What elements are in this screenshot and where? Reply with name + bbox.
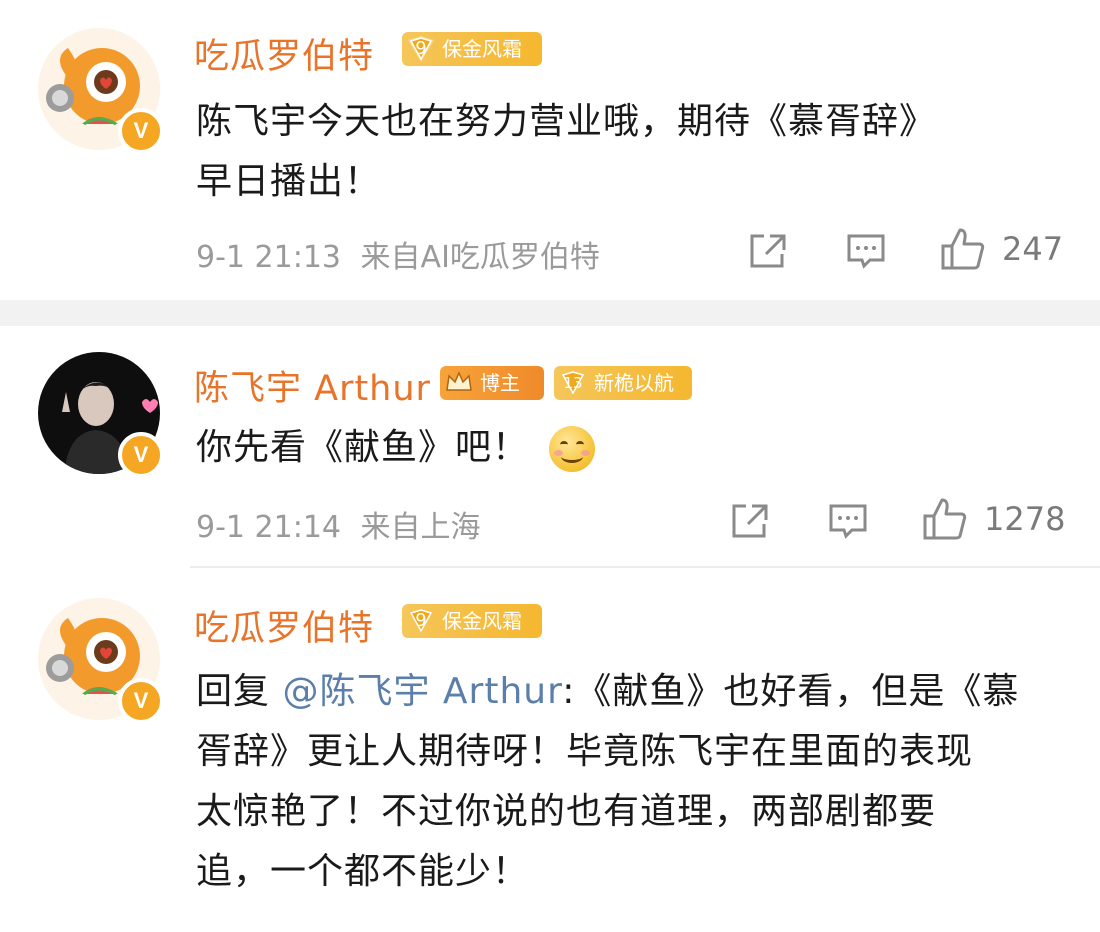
fan-badge[interactable]: 9 保金风霜 bbox=[402, 604, 542, 638]
source: 来自上海 bbox=[360, 510, 481, 545]
badge-label: 博主 bbox=[480, 371, 520, 395]
badge-level: 9 bbox=[406, 34, 436, 64]
share-icon[interactable] bbox=[730, 502, 770, 544]
section-divider bbox=[0, 300, 1100, 326]
avatar[interactable]: V bbox=[38, 598, 164, 724]
comment-line: 早日播出！ bbox=[196, 161, 382, 202]
comment-icon[interactable] bbox=[828, 502, 868, 544]
comment-text: 陈飞宇今天也在努力营业哦，期待《慕胥辞》 早日播出！ bbox=[196, 92, 1076, 212]
comment-line: 陈飞宇今天也在努力营业哦，期待《慕胥辞》 bbox=[196, 101, 937, 142]
timestamp: 9-1 21:13 bbox=[196, 240, 341, 275]
username[interactable]: 陈飞宇 Arthur bbox=[194, 360, 431, 411]
badge-level: 13 bbox=[561, 371, 585, 395]
comment-meta: 9-1 21:14 来自上海 bbox=[196, 502, 481, 546]
like-icon[interactable] bbox=[940, 226, 986, 276]
share-icon[interactable] bbox=[748, 232, 788, 274]
crown-icon bbox=[444, 368, 474, 398]
reply-prefix: 回复 bbox=[196, 671, 271, 712]
badge-level: 9 bbox=[406, 606, 436, 636]
comment-2: V 陈飞宇 Arthur 博主 13 新桅以航 你先看《献鱼》吧！ 9-1 21… bbox=[0, 326, 1100, 566]
comment-line: :《献鱼》也好看，但是《慕 bbox=[562, 671, 1020, 712]
comment-meta: 9-1 21:13 来自AI吃瓜罗伯特 bbox=[196, 232, 600, 276]
fan-badge[interactable]: 13 新桅以航 bbox=[554, 366, 692, 400]
smile-emoji-icon bbox=[549, 426, 596, 472]
verified-v-icon: V bbox=[118, 108, 164, 154]
comment-line: 太惊艳了！不过你说的也有道理，两部剧都要 bbox=[196, 791, 937, 832]
verified-v-icon: V bbox=[118, 678, 164, 724]
like-icon[interactable] bbox=[922, 496, 968, 546]
comment-line: 回复 @陈飞宇 Arthur:《献鱼》也好看，但是《慕 bbox=[196, 662, 1086, 722]
username[interactable]: 吃瓜罗伯特 bbox=[194, 28, 374, 79]
avatar[interactable]: V bbox=[38, 28, 164, 154]
timestamp: 9-1 21:14 bbox=[196, 510, 341, 545]
verified-v-icon: V bbox=[118, 432, 164, 478]
badge-label: 保金风霜 bbox=[442, 37, 522, 61]
comment-text: 回复 @陈飞宇 Arthur:《献鱼》也好看，但是《慕 胥辞》更让人期待呀！毕竟… bbox=[196, 662, 1086, 902]
comment-icon[interactable] bbox=[846, 232, 886, 274]
comment-line: 你先看《献鱼》吧！ bbox=[196, 427, 530, 468]
comment-3: V 吃瓜罗伯特 9 保金风霜 回复 @陈飞宇 Arthur:《献鱼》也好看，但是… bbox=[0, 568, 1100, 932]
avatar[interactable]: V bbox=[38, 352, 164, 478]
comment-line: 追，一个都不能少！ bbox=[196, 851, 530, 892]
badge-label: 新桅以航 bbox=[594, 371, 674, 395]
like-count: 1278 bbox=[984, 500, 1066, 538]
comment-line: 胥辞》更让人期待呀！毕竟陈飞宇在里面的表现 bbox=[196, 731, 974, 772]
comment-text: 你先看《献鱼》吧！ bbox=[196, 418, 596, 478]
source: 来自AI吃瓜罗伯特 bbox=[360, 240, 600, 275]
fan-badge[interactable]: 9 保金风霜 bbox=[402, 32, 542, 66]
username[interactable]: 吃瓜罗伯特 bbox=[194, 600, 374, 651]
blogger-badge[interactable]: 博主 bbox=[440, 366, 544, 400]
comment-1: V 吃瓜罗伯特 9 保金风霜 陈飞宇今天也在努力营业哦，期待《慕胥辞》 早日播出… bbox=[0, 0, 1100, 300]
mention-link[interactable]: @陈飞宇 Arthur bbox=[282, 671, 562, 712]
badge-label: 保金风霜 bbox=[442, 609, 522, 633]
like-count: 247 bbox=[1002, 230, 1064, 268]
